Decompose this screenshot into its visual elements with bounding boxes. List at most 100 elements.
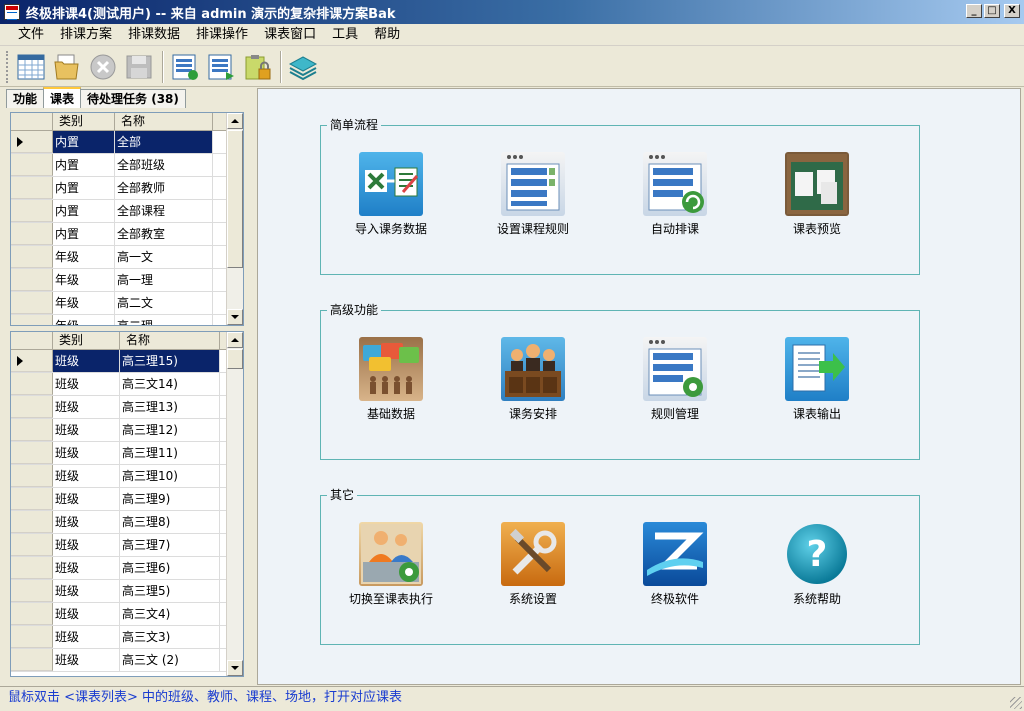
table-row[interactable]: 内置 全部教师 [11,177,243,200]
cell-name[interactable]: 高一文 [115,246,213,268]
import-data-button[interactable]: 导入课务数据 [341,152,441,237]
row-indicator[interactable] [11,580,53,602]
column-header-name[interactable]: 名称 [120,332,220,349]
row-indicator[interactable] [11,131,53,153]
base-data-button[interactable]: 基础数据 [341,337,441,422]
cell-name[interactable]: 全部教室 [115,223,213,245]
table-row[interactable]: 班级 高三理5) [11,580,243,603]
close-button[interactable]: X [1004,4,1020,18]
cell-name[interactable]: 全部教师 [115,177,213,199]
row-indicator[interactable] [11,557,53,579]
row-indicator[interactable] [11,373,53,395]
switch-to-execution-button[interactable]: 切换至课表执行 [341,522,441,607]
cell-type[interactable]: 班级 [53,511,120,533]
resize-grip[interactable] [1010,697,1022,709]
scroll-down-button[interactable] [227,309,243,325]
menu-window[interactable]: 课表窗口 [256,24,324,46]
row-indicator[interactable] [11,269,53,291]
menu-help[interactable]: 帮助 [366,24,408,46]
cell-name[interactable]: 高三理15) [120,350,220,372]
table-row[interactable]: 内置 全部教室 [11,223,243,246]
row-indicator[interactable] [11,350,53,372]
import-list-icon[interactable] [168,50,202,84]
toolbar-grip[interactable] [6,50,10,83]
cell-name[interactable]: 高三理8) [120,511,220,533]
row-indicator[interactable] [11,626,53,648]
cell-name[interactable]: 高二文 [115,292,213,314]
cell-type[interactable]: 班级 [53,442,120,464]
cell-name[interactable]: 高三文14) [120,373,220,395]
row-indicator[interactable] [11,419,53,441]
table-row[interactable]: 班级 高三文3) [11,626,243,649]
table-row[interactable]: 班级 高三文14) [11,373,243,396]
scroll-down-button[interactable] [227,660,243,676]
cell-type[interactable]: 年级 [53,246,115,268]
scroll-thumb[interactable] [227,349,243,369]
set-rules-button[interactable]: 设置课程规则 [483,152,583,237]
system-settings-button[interactable]: 系统设置 [483,522,583,607]
table-row[interactable]: 内置 全部 [11,131,243,154]
vertical-scrollbar[interactable] [226,113,243,325]
cell-type[interactable]: 班级 [53,580,120,602]
cell-type[interactable]: 班级 [53,350,120,372]
cell-name[interactable]: 高三理9) [120,488,220,510]
cell-name[interactable]: 全部 [115,131,213,153]
table-row[interactable]: 年级 高一理 [11,269,243,292]
cell-name[interactable]: 高三理7) [120,534,220,556]
cell-type[interactable]: 班级 [53,396,120,418]
table-row[interactable]: 班级 高三理7) [11,534,243,557]
table-row[interactable]: 年级 高二文 [11,292,243,315]
table-row[interactable]: 班级 高三理12) [11,419,243,442]
lock-clipboard-icon[interactable] [240,50,274,84]
cell-type[interactable]: 班级 [53,626,120,648]
cell-type[interactable]: 班级 [53,649,120,671]
table-row[interactable]: 年级 高一文 [11,246,243,269]
row-indicator[interactable] [11,223,53,245]
table-row[interactable]: 班级 高三理11) [11,442,243,465]
menu-operation[interactable]: 排课操作 [188,24,256,46]
tab-functions[interactable]: 功能 [6,89,45,108]
column-header-type[interactable]: 类别 [53,332,120,349]
calendar-table-icon[interactable] [14,50,48,84]
row-indicator[interactable] [11,177,53,199]
menu-data[interactable]: 排课数据 [120,24,188,46]
cell-name[interactable]: 高三理11) [120,442,220,464]
table-row[interactable]: 班级 高三理15) [11,350,243,373]
column-header-type[interactable]: 类别 [53,113,115,130]
tab-pending-tasks[interactable]: 待处理任务 (38) [80,89,186,108]
cell-type[interactable]: 内置 [53,154,115,176]
table-row[interactable]: 班级 高三文 (2) [11,649,243,672]
cell-type[interactable]: 年级 [53,315,115,325]
timetable-export-button[interactable]: 课表输出 [767,337,867,422]
row-indicator[interactable] [11,488,53,510]
cell-name[interactable]: 全部班级 [115,154,213,176]
cell-type[interactable]: 班级 [53,419,120,441]
row-indicator[interactable] [11,442,53,464]
row-indicator[interactable] [11,200,53,222]
vertical-scrollbar[interactable] [226,332,243,676]
row-indicator[interactable] [11,534,53,556]
cell-type[interactable]: 班级 [53,488,120,510]
cell-type[interactable]: 内置 [53,223,115,245]
cell-name[interactable]: 高一理 [115,269,213,291]
menu-scheme[interactable]: 排课方案 [52,24,120,46]
cell-type[interactable]: 年级 [53,292,115,314]
maximize-button[interactable]: □ [984,4,1000,18]
system-help-button[interactable]: ? 系统帮助 [767,522,867,607]
table-row[interactable]: 内置 全部班级 [11,154,243,177]
open-folder-icon[interactable] [50,50,84,84]
table-row[interactable]: 班级 高三理10) [11,465,243,488]
layers-icon[interactable] [286,50,320,84]
scroll-up-button[interactable] [227,113,243,129]
row-indicator[interactable] [11,315,53,325]
row-indicator[interactable] [11,292,53,314]
cancel-icon[interactable] [86,50,120,84]
cell-type[interactable]: 内置 [53,200,115,222]
table-row[interactable]: 年级 高二理 [11,315,243,325]
cell-type[interactable]: 班级 [53,557,120,579]
save-icon[interactable] [122,50,156,84]
cell-name[interactable]: 高三理5) [120,580,220,602]
cell-name[interactable]: 高三理12) [120,419,220,441]
table-row[interactable]: 内置 全部课程 [11,200,243,223]
row-indicator[interactable] [11,396,53,418]
